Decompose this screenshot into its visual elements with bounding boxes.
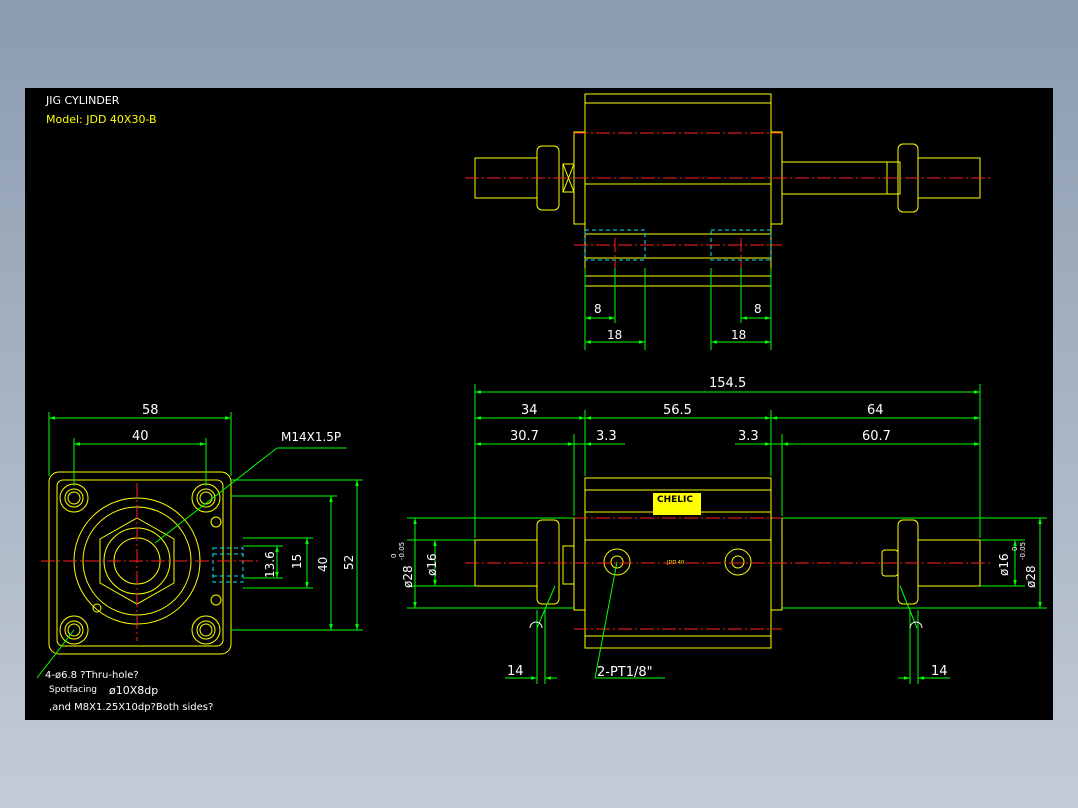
dim-top-8-left: 8 xyxy=(594,302,602,316)
front-nut-symbols xyxy=(529,621,923,629)
drawing-canvas: JIG CYLINDER Model: JDD 40X30-B 8 18 8 1… xyxy=(25,88,1053,720)
dim-side-52: 52 xyxy=(342,555,356,570)
note-line2b: ø10X8dp xyxy=(109,684,158,697)
dim-side-40h: 40 xyxy=(316,557,330,572)
dim-side-13-6: 13.6 xyxy=(263,551,277,578)
thread-callout: M14X1.5P xyxy=(281,430,341,444)
note-line2a: Spotfacing xyxy=(49,685,97,695)
front-view xyxy=(474,477,981,649)
tol-left-bot: -0.05 xyxy=(398,542,406,560)
tol-right-top: 0 xyxy=(1011,547,1019,551)
title-line2: Model: JDD 40X30-B xyxy=(46,113,157,126)
dim-side-40w: 40 xyxy=(132,429,149,444)
note-line3: ,and M8X1.25X10dp?Both sides? xyxy=(49,702,213,713)
dim-gap-left: 3.3 xyxy=(596,429,617,444)
dim-gap-right: 3.3 xyxy=(738,429,759,444)
dim-side-58: 58 xyxy=(142,403,159,418)
dim-top-18-right: 18 xyxy=(731,328,746,342)
tol-right-bot: -0.05 xyxy=(1019,542,1027,560)
dim-left-rod: 30.7 xyxy=(510,429,539,444)
cad-drawing: JIG CYLINDER Model: JDD 40X30-B 8 18 8 1… xyxy=(36,93,1047,713)
dim-top-18-left: 18 xyxy=(607,328,622,342)
dim-nut-left: 14 xyxy=(507,664,524,679)
side-hidden xyxy=(212,547,244,583)
dim-right-len: 64 xyxy=(867,403,884,418)
front-dimensions xyxy=(407,384,1047,684)
dim-body-len: 56.5 xyxy=(663,403,692,418)
dim-right-rod: 60.7 xyxy=(862,429,891,444)
dia-right-16: ø16 xyxy=(997,553,1011,576)
dim-top-8-right: 8 xyxy=(754,302,762,316)
dim-side-15: 15 xyxy=(290,554,304,569)
dim-overall: 154.5 xyxy=(709,376,746,391)
side-view xyxy=(48,471,232,655)
top-view xyxy=(474,93,981,287)
tol-left-top: 0 xyxy=(390,554,398,558)
top-centerlines xyxy=(465,132,990,298)
dia-left-28: ø28 xyxy=(401,565,415,588)
chelic-brand: CHELIC xyxy=(657,495,693,505)
dia-right-28: ø28 xyxy=(1024,565,1038,588)
dim-nut-right: 14 xyxy=(931,664,948,679)
dim-left-len: 34 xyxy=(521,403,538,418)
note-line1: 4-ø6.8 ?Thru-hole? xyxy=(45,670,139,681)
dia-left-16: ø16 xyxy=(425,553,439,576)
title-line1: JIG CYLINDER xyxy=(45,94,120,107)
port-note: 2-PT1/8" xyxy=(597,665,653,680)
